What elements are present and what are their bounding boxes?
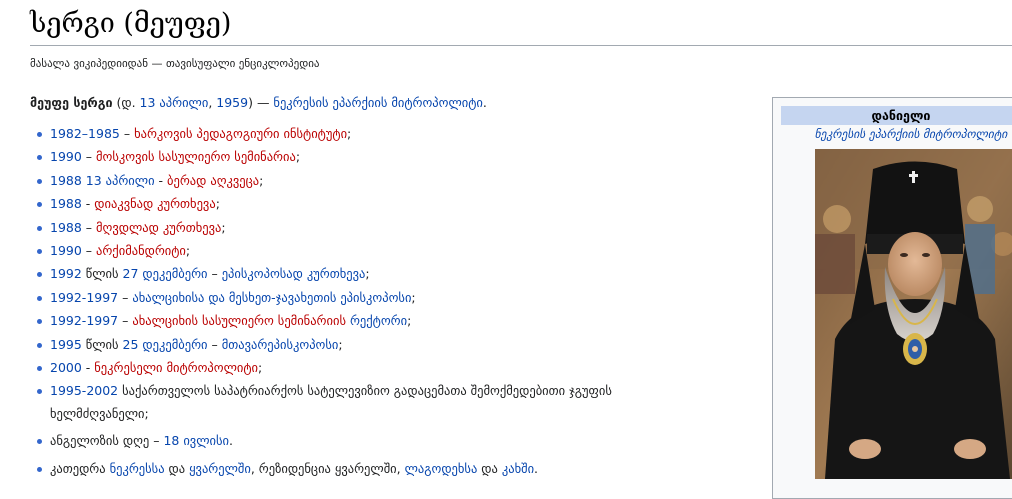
punct: ; xyxy=(407,313,412,329)
separator: – xyxy=(118,313,133,329)
list-item: 1995 წლის 25 დეკემბერი – მთავარეპისკოპოს… xyxy=(30,333,730,356)
separator: – xyxy=(119,126,135,141)
date-link[interactable]: 1982–1985 xyxy=(50,126,120,141)
separator: – xyxy=(118,289,133,305)
date-link[interactable]: 1988 xyxy=(50,196,82,211)
punct: . xyxy=(229,433,233,449)
date-link[interactable]: 18 ივლისი xyxy=(163,433,229,448)
list-item: 1988 – მღვდლად კურთხევა; xyxy=(30,216,730,239)
punct: ; xyxy=(338,336,343,352)
item-link[interactable]: მოსკოვის სასულიერო სემინარია xyxy=(96,149,296,164)
item-text: ანგელოზის დღე – xyxy=(50,433,164,449)
infobox: დანიელი ნეკრესის ეპარქიის მიტროპოლიტი xyxy=(772,97,1012,499)
list-item: 1992-1997 – ახალციხის სასულიერო სემინარი… xyxy=(30,309,730,332)
date-link[interactable]: 1992 xyxy=(50,266,82,281)
separator: – xyxy=(81,219,97,235)
date-link[interactable]: 27 დეკემბერი xyxy=(123,266,208,281)
intro-paragraph: მეუფე სერგი (დ. 13 აპრილი, 1959) — ნეკრე… xyxy=(30,94,487,112)
separator: – xyxy=(207,266,222,282)
date-link[interactable]: 2000 xyxy=(50,360,82,375)
punct: ; xyxy=(258,360,263,376)
separator: – xyxy=(81,149,97,165)
infobox-header: დანიელი xyxy=(781,106,1012,125)
separator: - xyxy=(81,196,95,212)
item-link[interactable]: ბერად აღკვეცა xyxy=(167,173,259,188)
item-link[interactable]: არქიმანდრიტი xyxy=(96,243,186,258)
separator: - xyxy=(154,172,168,188)
place-link[interactable]: ნეკრესსა xyxy=(110,461,165,476)
separator: – xyxy=(81,243,97,259)
item-text: და xyxy=(477,460,502,476)
date-link[interactable]: 1990 xyxy=(50,149,82,164)
date-link[interactable]: 1988 13 აპრილი xyxy=(50,173,155,188)
list-item: 1992-1997 – ახალციხისა და მესხეთ-ჯავახეთ… xyxy=(30,286,730,309)
punct: ; xyxy=(144,406,149,422)
punct: ; xyxy=(411,289,416,305)
list-item: 1988 - დიაკვნად კურთხევა; xyxy=(30,192,730,215)
item-text: , რეზიდენცია ყვარელში, xyxy=(250,460,405,476)
birth-day-link[interactable]: 13 აპრილი xyxy=(140,95,209,110)
subject-name: მეუფე სერგი xyxy=(30,95,113,110)
list-item: 1982–1985 – ხარკოვის პედაგოგიური ინსტიტუ… xyxy=(30,122,730,145)
item-text: წლის xyxy=(81,266,123,282)
separator: – xyxy=(207,336,222,352)
punct: ; xyxy=(295,149,301,165)
infobox-caption-link[interactable]: ნეკრესის ეპარქიის მიტროპოლიტი xyxy=(781,127,1012,141)
separator: - xyxy=(81,360,95,376)
biography-list: 1982–1985 – ხარკოვის პედაგოგიური ინსტიტუ… xyxy=(30,122,730,480)
intro-text: ) — xyxy=(248,95,274,110)
punct: ; xyxy=(259,172,264,188)
punct: ; xyxy=(221,219,226,235)
item-text: და xyxy=(164,460,190,476)
item-link[interactable]: რექტორი xyxy=(350,313,407,328)
item-link[interactable]: მთავარეპისკოპოსი xyxy=(222,337,339,352)
item-text: კათედრა xyxy=(50,460,110,476)
item-text: საქართველოს საპატრიარქოს სატელევიზიო გად… xyxy=(50,383,612,422)
item-link[interactable]: ახალციხის სასულიერო სემინარიის xyxy=(132,313,346,328)
date-link[interactable]: 25 დეკემბერი xyxy=(123,337,208,352)
punct: ; xyxy=(365,266,370,282)
list-item: 1990 – არქიმანდრიტი; xyxy=(30,239,730,262)
list-item: 1992 წლის 27 დეკემბერი – ეპისკოპოსად კურ… xyxy=(30,262,730,285)
date-link[interactable]: 1995-2002 xyxy=(50,383,118,398)
intro-text: . xyxy=(482,95,487,110)
item-link[interactable]: მღვდლად კურთხევა xyxy=(96,220,221,235)
site-tagline: მასალა ვიკიპედიიდან — თავისუფალი ენციკლო… xyxy=(30,57,320,70)
item-text: წლის xyxy=(81,336,123,352)
punct: . xyxy=(534,460,539,476)
punct: ; xyxy=(185,243,191,259)
place-link[interactable]: კახში xyxy=(502,461,534,476)
place-link[interactable]: ლაგოდეხსა xyxy=(405,461,478,476)
date-link[interactable]: 1990 xyxy=(50,243,82,258)
title-divider xyxy=(30,45,1012,46)
item-link[interactable]: ნეკრესელი მიტროპოლიტი xyxy=(94,360,258,375)
item-link[interactable]: ახალციხისა და მესხეთ-ჯავახეთის ეპისკოპოს… xyxy=(132,290,411,305)
date-link[interactable]: 1995 xyxy=(50,337,82,352)
list-item: 1990 – მოსკოვის სასულიერო სემინარია; xyxy=(30,145,730,168)
place-link[interactable]: ყვარელში xyxy=(189,461,251,476)
date-link[interactable]: 1988 xyxy=(50,220,82,235)
list-item: ანგელოზის დღე – 18 ივლისი. xyxy=(30,429,730,452)
item-link[interactable]: ხარკოვის პედაგოგიური ინსტიტუტი xyxy=(134,126,347,141)
list-item: 1995-2002 საქართველოს საპატრიარქოს სატელ… xyxy=(30,379,670,425)
list-item: კათედრა ნეკრესსა და ყვარელში, რეზიდენცია… xyxy=(30,457,730,480)
date-link[interactable]: 1992-1997 xyxy=(50,313,118,328)
item-link[interactable]: დიაკვნად კურთხევა xyxy=(94,196,215,211)
punct: ; xyxy=(215,196,220,212)
page-title: სერგი (მეუფე) xyxy=(30,8,232,39)
birth-prefix: დ. xyxy=(121,95,140,110)
list-item: 2000 - ნეკრესელი მიტროპოლიტი; xyxy=(30,356,730,379)
role-link[interactable]: ნეკრესის ეპარქიის მიტროპოლიტი xyxy=(273,95,482,110)
punct: ; xyxy=(347,126,352,141)
birth-year-link[interactable]: 1959 xyxy=(216,95,248,110)
portrait-image[interactable] xyxy=(815,149,1012,479)
date-link[interactable]: 1992-1997 xyxy=(50,290,118,305)
list-item: 1988 13 აპრილი - ბერად აღკვეცა; xyxy=(30,169,730,192)
item-link[interactable]: ეპისკოპოსად კურთხევა xyxy=(222,266,366,281)
